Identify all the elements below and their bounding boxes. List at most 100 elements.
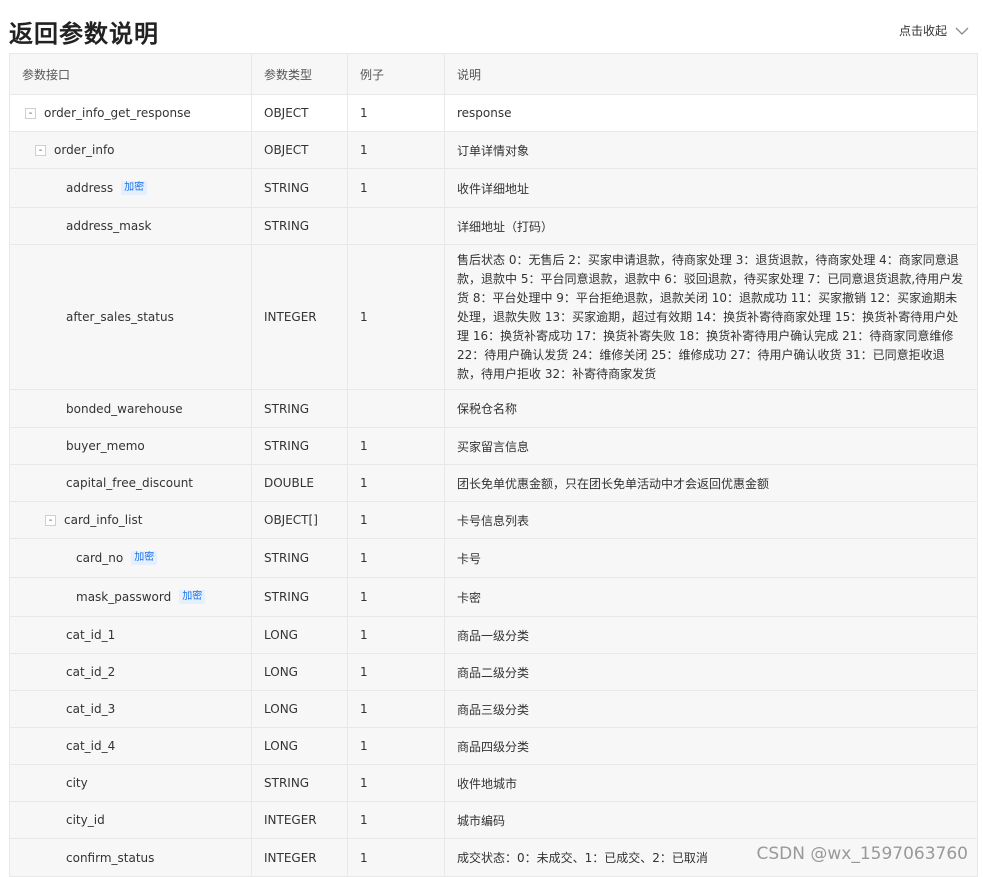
param-type: STRING [251,764,348,802]
param-example: 1 [347,727,445,765]
param-example: 1 [347,616,445,654]
param-example: 1 [347,501,445,539]
table-row: cat_id_1 LONG 1 商品一级分类 [9,616,978,654]
param-desc: 商品四级分类 [444,727,978,765]
param-desc: 卡号 [444,538,978,578]
table-row: after_sales_status INTEGER 1 售后状态 0：无售后 … [9,244,978,390]
collapse-label: 点击收起 [898,24,947,38]
column-header-name: 参数接口 [9,53,252,95]
param-desc: 买家留言信息 [444,427,978,465]
collapse-node-button[interactable]: - [45,514,56,526]
encrypted-badge: 加密 [179,590,206,604]
param-type: STRING [251,538,348,578]
param-desc: 保税仓名称 [444,389,978,428]
param-type: OBJECT[] [251,501,348,539]
param-name: card_no [76,551,124,565]
param-example: 1 [347,653,445,691]
table-row: - card_info_list OBJECT[] 1 卡号信息列表 [9,501,978,539]
param-name: capital_free_discount [66,476,194,490]
param-name: after_sales_status [66,310,174,324]
page-title: 返回参数说明 [9,20,159,48]
watermark: CSDN @wx_1597063760 [756,844,969,864]
table-row: card_no 加密 STRING 1 卡号 [9,538,978,578]
param-name: order_info [54,143,115,157]
collapse-node-button[interactable]: - [25,107,36,119]
collapse-toggle[interactable]: 点击收起 [899,22,969,39]
collapse-node-button[interactable]: - [35,144,46,156]
param-name: mask_password [76,590,172,604]
table-row: address 加密 STRING 1 收件详细地址 [9,168,978,208]
param-desc: 卡密 [444,577,978,617]
param-example: 1 [347,244,445,390]
param-example [347,207,445,245]
table-row: city STRING 1 收件地城市 [9,764,978,802]
param-example: 1 [347,538,445,578]
param-name: address [66,181,114,195]
param-desc: 商品一级分类 [444,616,978,654]
param-desc: 城市编码 [444,801,978,839]
param-type: STRING [251,427,348,465]
param-type: INTEGER [251,244,348,390]
param-name: bonded_warehouse [66,401,183,416]
param-example: 1 [347,168,445,208]
column-header-example: 例子 [347,53,445,95]
param-desc: 订单详情对象 [444,131,978,169]
param-name: cat_id_1 [66,628,116,642]
table-row: address_mask STRING 详细地址（打码） [9,207,978,245]
param-name: order_info_get_response [44,106,191,120]
table-row: bonded_warehouse STRING 保税仓名称 [9,389,978,428]
page-header: 返回参数说明 点击收起 [9,14,969,50]
param-type: LONG [251,690,348,728]
param-desc: 商品三级分类 [444,690,978,728]
table-row: buyer_memo STRING 1 买家留言信息 [9,427,978,465]
table-row: cat_id_3 LONG 1 商品三级分类 [9,690,978,728]
param-type: OBJECT [251,131,348,169]
column-header-type: 参数类型 [251,53,348,95]
param-name: cat_id_2 [66,665,116,679]
param-name: cat_id_4 [66,739,116,753]
param-name: city [66,776,88,790]
table-row: mask_password 加密 STRING 1 卡密 [9,577,978,617]
param-example: 1 [347,764,445,802]
param-example [347,389,445,428]
param-name: cat_id_3 [66,702,116,716]
param-desc: 卡号信息列表 [444,501,978,539]
params-table: 参数接口 参数类型 例子 说明 - order_info_get_respons… [9,53,978,877]
params-table-body: - order_info_get_response OBJECT 1 respo… [9,94,978,877]
chevron-down-icon [955,27,969,35]
param-desc: 收件地城市 [444,764,978,802]
param-type: INTEGER [251,838,348,877]
param-type: STRING [251,389,348,428]
param-type: INTEGER [251,801,348,839]
param-name: confirm_status [66,850,155,865]
param-desc: 收件详细地址 [444,168,978,208]
param-type: LONG [251,616,348,654]
param-example: 1 [347,801,445,839]
param-name: card_info_list [64,513,143,527]
param-example: 1 [347,690,445,728]
param-desc: response [444,94,978,132]
table-row: city_id INTEGER 1 城市编码 [9,801,978,839]
param-type: STRING [251,168,348,208]
param-type: LONG [251,727,348,765]
param-name: address_mask [66,219,152,233]
table-row: - order_info OBJECT 1 订单详情对象 [9,131,978,169]
table-header-row: 参数接口 参数类型 例子 说明 [9,53,978,95]
param-name: city_id [66,813,105,827]
param-example: 1 [347,464,445,502]
param-desc: 团长免单优惠金额，只在团长免单活动中才会返回优惠金额 [444,464,978,502]
param-desc: 商品二级分类 [444,653,978,691]
param-example: 1 [347,94,445,132]
param-type: OBJECT [251,94,348,132]
param-type: STRING [251,207,348,245]
table-row: cat_id_2 LONG 1 商品二级分类 [9,653,978,691]
param-example: 1 [347,577,445,617]
table-row: cat_id_4 LONG 1 商品四级分类 [9,727,978,765]
param-example: 1 [347,838,445,877]
param-desc: 详细地址（打码） [444,207,978,245]
param-type: LONG [251,653,348,691]
encrypted-badge: 加密 [131,551,158,565]
param-example: 1 [347,131,445,169]
param-example: 1 [347,427,445,465]
encrypted-badge: 加密 [121,181,148,195]
